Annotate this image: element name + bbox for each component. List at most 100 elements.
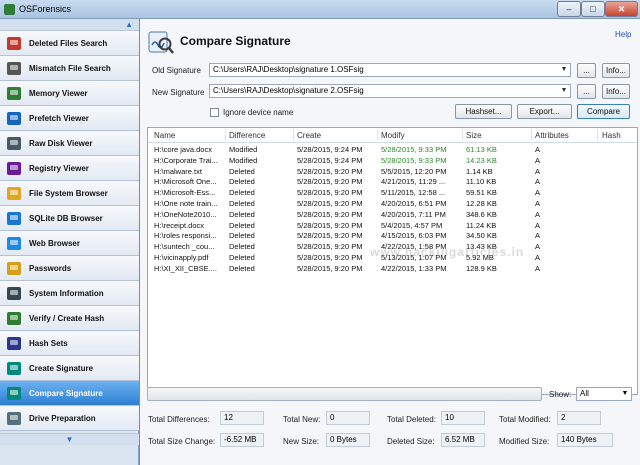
column-divider[interactable] bbox=[377, 129, 378, 141]
sidebar-item[interactable]: Hash Sets bbox=[0, 331, 139, 356]
maximize-button[interactable]: □ bbox=[581, 1, 605, 17]
sidebar-item[interactable]: Compare Signature bbox=[0, 381, 139, 406]
database-icon bbox=[7, 212, 21, 225]
compare-signature-icon bbox=[7, 387, 21, 400]
column-header-difference[interactable]: Difference bbox=[229, 131, 265, 140]
cell-create: 5/28/2015, 9:24 PM bbox=[297, 155, 363, 165]
column-header-create[interactable]: Create bbox=[297, 131, 321, 140]
sidebar-item[interactable]: Raw Disk Viewer bbox=[0, 131, 139, 156]
sidebar-item[interactable]: Web Browser bbox=[0, 231, 139, 256]
total-new-value: 0 bbox=[326, 411, 370, 425]
cell-create: 5/28/2015, 9:24 PM bbox=[297, 145, 363, 154]
cell-create: 5/28/2015, 9:20 PM bbox=[297, 263, 363, 273]
old-signature-value: C:\Users\RAJ\Desktop\signature 1.OSFsig bbox=[213, 65, 364, 74]
cell-difference: Modified bbox=[229, 155, 258, 165]
compare-button[interactable]: Compare bbox=[577, 104, 630, 119]
total-size-change-label: Total Size Change: bbox=[148, 437, 216, 446]
sidebar-item[interactable]: SQLite DB Browser bbox=[0, 206, 139, 231]
table-row[interactable]: H:\Microsoft-Ess... Deleted 5/28/2015, 9:2… bbox=[148, 188, 637, 198]
total-size-change-value: -6.52 MB bbox=[220, 433, 264, 447]
table-row[interactable]: H:\OneNote2010... Deleted 5/28/2015, 9:20 … bbox=[148, 210, 637, 220]
table-row[interactable]: H:\roles responsi... Deleted 5/28/2015, 9:… bbox=[148, 231, 637, 241]
help-link[interactable]: Help bbox=[615, 30, 631, 39]
sidebar-scroll-up-icon[interactable]: ▲ bbox=[0, 19, 139, 31]
column-divider[interactable] bbox=[293, 129, 294, 141]
sidebar-item-label: Mismatch File Search bbox=[29, 64, 111, 73]
column-header-size[interactable]: Size bbox=[466, 131, 482, 140]
sidebar-item[interactable]: Registry Viewer bbox=[0, 156, 139, 181]
chevron-down-icon[interactable]: ▼ bbox=[558, 64, 570, 76]
folder-icon bbox=[7, 187, 21, 200]
show-select[interactable]: All ▼ bbox=[576, 387, 632, 401]
table-row[interactable]: H:\receipt.docx Deleted 5/28/2015, 9:20 PM… bbox=[148, 220, 637, 231]
column-divider[interactable] bbox=[531, 129, 532, 141]
table-row[interactable]: H:\Corporate Trai... Modified 5/28/2015, 9… bbox=[148, 155, 637, 166]
sidebar-item[interactable]: System Information bbox=[0, 281, 139, 306]
table-row[interactable]: H:\Microsoft One... Deleted 5/28/2015, 9:2… bbox=[148, 177, 637, 187]
sidebar-item[interactable]: Passwords bbox=[0, 256, 139, 281]
cell-size: 59.51 KB bbox=[466, 188, 497, 198]
table-row[interactable]: H:\One note train... Deleted 5/28/2015, 9:… bbox=[148, 199, 637, 209]
old-signature-field[interactable]: C:\Users\RAJ\Desktop\signature 1.OSFsig … bbox=[209, 63, 571, 77]
show-select-value: All bbox=[580, 389, 589, 398]
chevron-down-icon[interactable]: ▼ bbox=[558, 85, 570, 97]
cell-name: H:\core java.docx bbox=[154, 145, 212, 154]
export-button[interactable]: Export... bbox=[517, 104, 572, 119]
column-header-name[interactable]: Name bbox=[154, 131, 175, 140]
column-divider[interactable] bbox=[225, 129, 226, 141]
cell-modify: 5/28/2015, 9:33 PM bbox=[381, 145, 447, 154]
results-table[interactable]: Name Difference Create Modify Size Attri… bbox=[147, 127, 638, 395]
column-header-attributes[interactable]: Attributes bbox=[535, 131, 569, 140]
column-header-hash[interactable]: Hash bbox=[602, 131, 621, 140]
computer-icon bbox=[7, 287, 21, 300]
modified-size-value: 140 Bytes bbox=[557, 433, 613, 447]
memory-chip-icon bbox=[7, 87, 21, 100]
new-signature-field[interactable]: C:\Users\RAJ\Desktop\signature 2.OSFsig … bbox=[209, 84, 571, 98]
column-divider[interactable] bbox=[462, 129, 463, 141]
table-header: Name Difference Create Modify Size Attri… bbox=[148, 128, 637, 143]
sidebar-item-label: Prefetch Viewer bbox=[29, 114, 89, 123]
deleted-files-icon bbox=[7, 37, 21, 50]
sidebar-item[interactable]: File System Browser bbox=[0, 181, 139, 206]
sidebar-item[interactable]: Verify / Create Hash bbox=[0, 306, 139, 331]
column-divider[interactable] bbox=[597, 129, 598, 141]
new-browse-button[interactable]: ... bbox=[577, 84, 596, 99]
sidebar-item[interactable]: Prefetch Viewer bbox=[0, 106, 139, 131]
cell-size: 1.14 KB bbox=[466, 166, 493, 176]
cell-name: H:\suntech _cou... bbox=[154, 242, 215, 252]
show-label: Show: bbox=[549, 390, 572, 399]
column-header-modify[interactable]: Modify bbox=[381, 131, 405, 140]
minimize-button[interactable]: – bbox=[557, 1, 581, 17]
cell-name: H:\malware.txt bbox=[154, 166, 202, 176]
cell-difference: Deleted bbox=[229, 231, 255, 241]
cell-create: 5/28/2015, 9:20 PM bbox=[297, 253, 363, 262]
ignore-device-checkbox[interactable] bbox=[210, 108, 219, 117]
cell-modify: 5/28/2015, 9:33 PM bbox=[381, 155, 447, 165]
new-info-button[interactable]: Info... bbox=[602, 84, 630, 99]
sidebar-item[interactable]: Deleted Files Search bbox=[0, 31, 139, 56]
cell-size: 11.24 KB bbox=[466, 220, 497, 230]
cell-difference: Deleted bbox=[229, 220, 255, 230]
registry-icon bbox=[7, 162, 21, 175]
cell-attributes: A bbox=[535, 253, 541, 262]
cell-attributes: A bbox=[535, 242, 541, 252]
chevron-down-icon: ▼ bbox=[621, 390, 629, 397]
table-row[interactable]: H:\core java.docx Modified 5/28/2015, 9:24… bbox=[148, 145, 637, 155]
table-row[interactable]: H:\XI_XII_CBSE.... Deleted 5/28/2015, 9:20… bbox=[148, 263, 637, 274]
cell-size: 128.9 KB bbox=[466, 263, 497, 273]
prefetch-icon bbox=[7, 112, 21, 125]
cell-name: H:\Corporate Trai... bbox=[154, 155, 218, 165]
sidebar-item[interactable]: Memory Viewer bbox=[0, 81, 139, 106]
hashset-button[interactable]: Hashset... bbox=[455, 104, 512, 119]
sidebar-item[interactable]: Drive Preparation bbox=[0, 406, 139, 431]
table-row[interactable]: H:\malware.txt Deleted 5/28/2015, 9:20 PM 5… bbox=[148, 166, 637, 177]
modified-size-label: Modified Size: bbox=[499, 437, 550, 446]
old-browse-button[interactable]: ... bbox=[577, 63, 596, 78]
cell-attributes: A bbox=[535, 199, 541, 208]
sidebar-item[interactable]: Create Signature bbox=[0, 356, 139, 381]
sidebar-scroll-down-icon[interactable]: ▼ bbox=[0, 433, 139, 445]
close-button[interactable]: ✕ bbox=[605, 1, 638, 17]
new-size-value: 0 Bytes bbox=[326, 433, 370, 447]
old-info-button[interactable]: Info... bbox=[602, 63, 630, 78]
sidebar-item[interactable]: Mismatch File Search bbox=[0, 56, 139, 81]
